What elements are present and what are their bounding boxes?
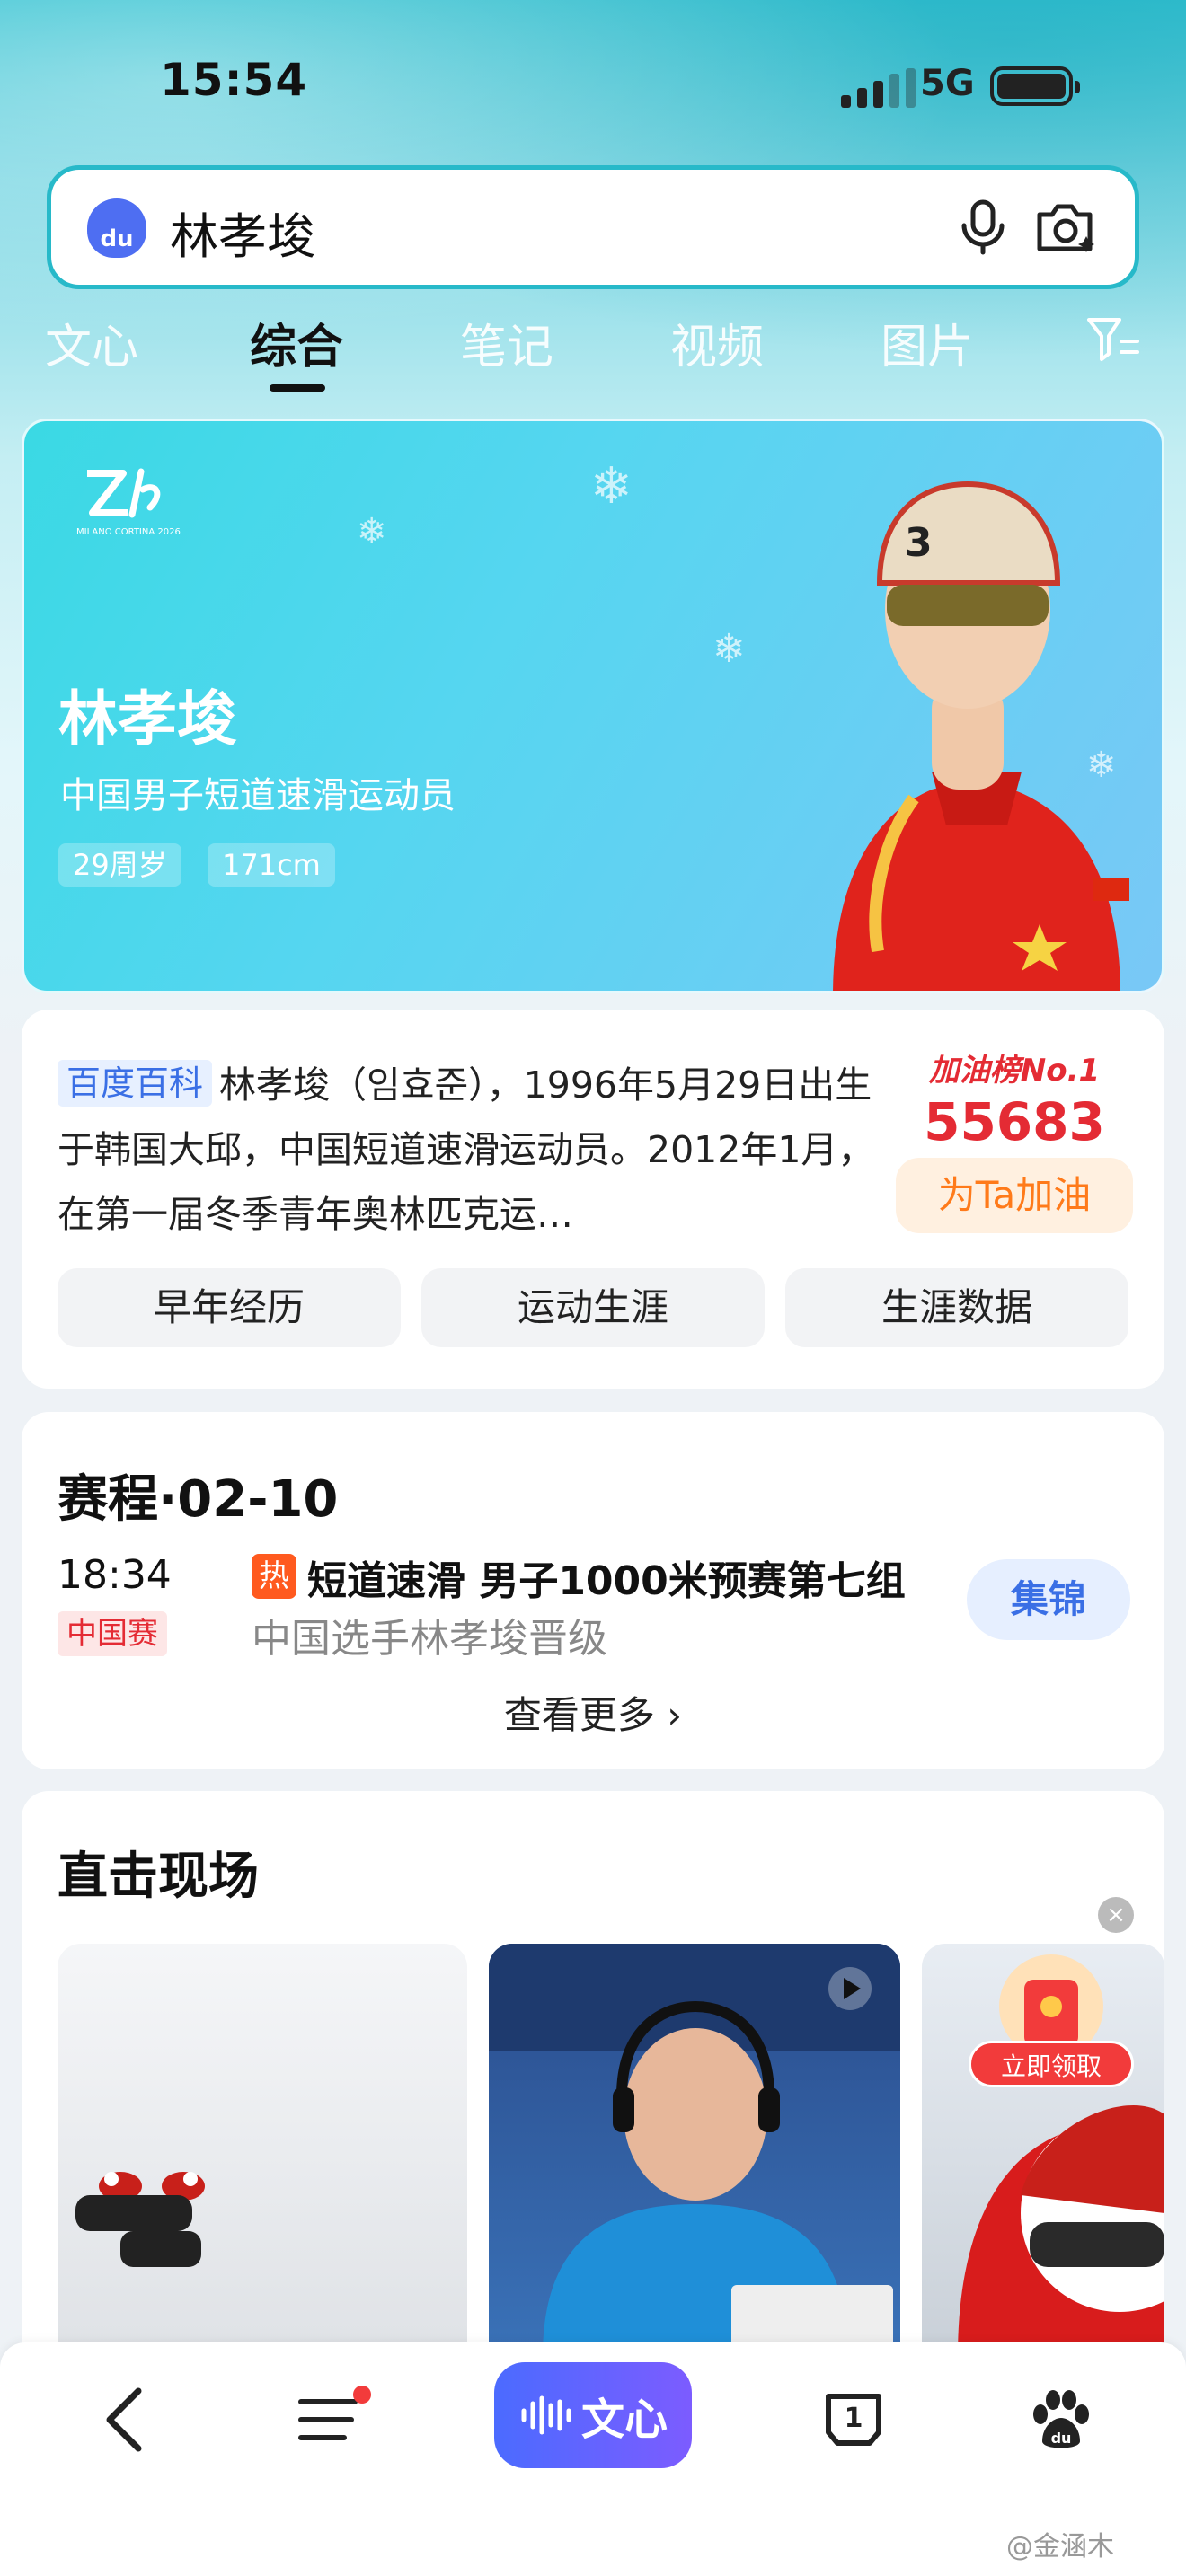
close-icon[interactable]: × xyxy=(1098,1897,1134,1933)
red-packet-promo[interactable]: 立即领取 xyxy=(969,1944,1148,2096)
cheer-rank-title: 加油榜No.1 xyxy=(928,1053,1101,1089)
athlete-hero-card[interactable]: MILANO CORTINA 2026 ❄ ❄ ❄ ❄ 林孝埈 中国男子短道速滑… xyxy=(22,419,1164,993)
snowflake-icon: ❄ xyxy=(712,626,746,672)
signal-icon xyxy=(841,68,916,108)
cheer-count: 55683 xyxy=(924,1091,1105,1152)
age-tag: 29周岁 xyxy=(58,843,181,887)
pill-early-life[interactable]: 早年经历 xyxy=(58,1268,401,1347)
svg-text:du: du xyxy=(1051,2430,1072,2447)
china-match-badge: 中国赛 xyxy=(58,1611,167,1656)
filter-icon[interactable] xyxy=(1085,314,1141,365)
emblem-caption: MILANO CORTINA 2026 xyxy=(76,527,181,537)
athlete-photo: 3 xyxy=(833,481,1129,991)
tab-count: 1 xyxy=(845,2403,863,2434)
athlete-description: 中国男子短道速滑运动员 xyxy=(60,775,456,816)
video-thumbnail[interactable] xyxy=(58,1944,467,2357)
schedule-event[interactable]: 短道速滑 男子1000米预赛第七组 xyxy=(307,1548,906,1606)
back-arrow-icon[interactable] xyxy=(99,2384,153,2456)
status-bar: 15:54 5G xyxy=(0,0,1186,171)
search-bar[interactable]: du 林孝埈 xyxy=(47,165,1139,289)
tabs-icon[interactable]: 1 xyxy=(818,2384,890,2456)
wenxin-button[interactable]: 文心 xyxy=(494,2362,692,2468)
live-scene-card: 直击现场 xyxy=(22,1791,1164,2420)
claim-now-button[interactable]: 立即领取 xyxy=(969,2041,1134,2087)
highlights-button[interactable]: 集锦 xyxy=(967,1559,1130,1640)
baidu-logo-icon[interactable]: du xyxy=(87,198,146,258)
snowflake-icon: ❄ xyxy=(590,457,633,516)
network-label: 5G xyxy=(920,63,975,104)
schedule-title: 赛程·02-10 xyxy=(58,1470,339,1529)
search-tabs: 文心 综合 笔记 视频 图片 xyxy=(0,309,1186,399)
camera-search-icon[interactable] xyxy=(1032,195,1099,258)
athlete-name: 林孝埈 xyxy=(58,684,236,754)
schedule-card: 赛程·02-10 18:34 中国赛 热 短道速滑 男子1000米预赛第七组 中… xyxy=(22,1412,1164,1769)
olympic-emblem-icon: MILANO CORTINA 2026 xyxy=(76,468,181,537)
baike-card[interactable]: 林孝埈（임효준），1996年5月29日出生于韩国大邱，中国短道速滑运动员。201… xyxy=(22,1010,1164,1389)
search-query[interactable]: 林孝埈 xyxy=(170,197,315,268)
commentator-image xyxy=(489,1944,900,2357)
video-thumbnail[interactable] xyxy=(489,1944,900,2357)
voice-wave-icon xyxy=(521,2395,571,2435)
baidu-home-button[interactable]: du xyxy=(1015,2375,1105,2465)
menu-button[interactable] xyxy=(288,2375,377,2465)
tab-images[interactable]: 图片 xyxy=(881,309,974,376)
height-tag: 171cm xyxy=(208,843,335,887)
baidu-paw-icon[interactable]: du xyxy=(1024,2384,1096,2456)
snowflake-icon: ❄ xyxy=(357,511,387,552)
cheer-panel: 加油榜No.1 55683 为Ta加油 xyxy=(893,1045,1136,1233)
hot-badge: 热 xyxy=(252,1554,296,1599)
baike-source-tag[interactable]: 百度百科 xyxy=(58,1060,213,1107)
tab-wenxin[interactable]: 文心 xyxy=(45,309,138,376)
wenxin-label: 文心 xyxy=(580,2395,668,2445)
status-time: 15:54 xyxy=(160,54,308,106)
tabs-button[interactable]: 1 xyxy=(809,2375,898,2465)
live-scene-title: 直击现场 xyxy=(58,1848,259,1906)
see-more-link[interactable]: 查看更多 › xyxy=(22,1685,1164,1740)
watermark: @金涵木 xyxy=(1006,2531,1114,2563)
back-button[interactable] xyxy=(81,2375,171,2465)
microphone-icon[interactable] xyxy=(951,195,1014,258)
battery-icon xyxy=(990,66,1080,106)
pill-career[interactable]: 运动生涯 xyxy=(421,1268,765,1347)
svg-text:3: 3 xyxy=(905,520,933,566)
schedule-time: 18:34 xyxy=(58,1552,172,1598)
pill-career-stats[interactable]: 生涯数据 xyxy=(785,1268,1128,1347)
menu-icon[interactable] xyxy=(292,2384,373,2456)
tab-notes[interactable]: 笔记 xyxy=(460,309,553,376)
skaters-image xyxy=(75,2172,205,2267)
active-tab-indicator xyxy=(270,384,325,392)
cheer-button[interactable]: 为Ta加油 xyxy=(896,1158,1133,1233)
tab-all[interactable]: 综合 xyxy=(250,309,343,376)
schedule-result: 中国选手林孝埈晋级 xyxy=(252,1616,607,1662)
red-packet-icon xyxy=(999,1954,1103,2059)
tab-video[interactable]: 视频 xyxy=(670,309,764,376)
